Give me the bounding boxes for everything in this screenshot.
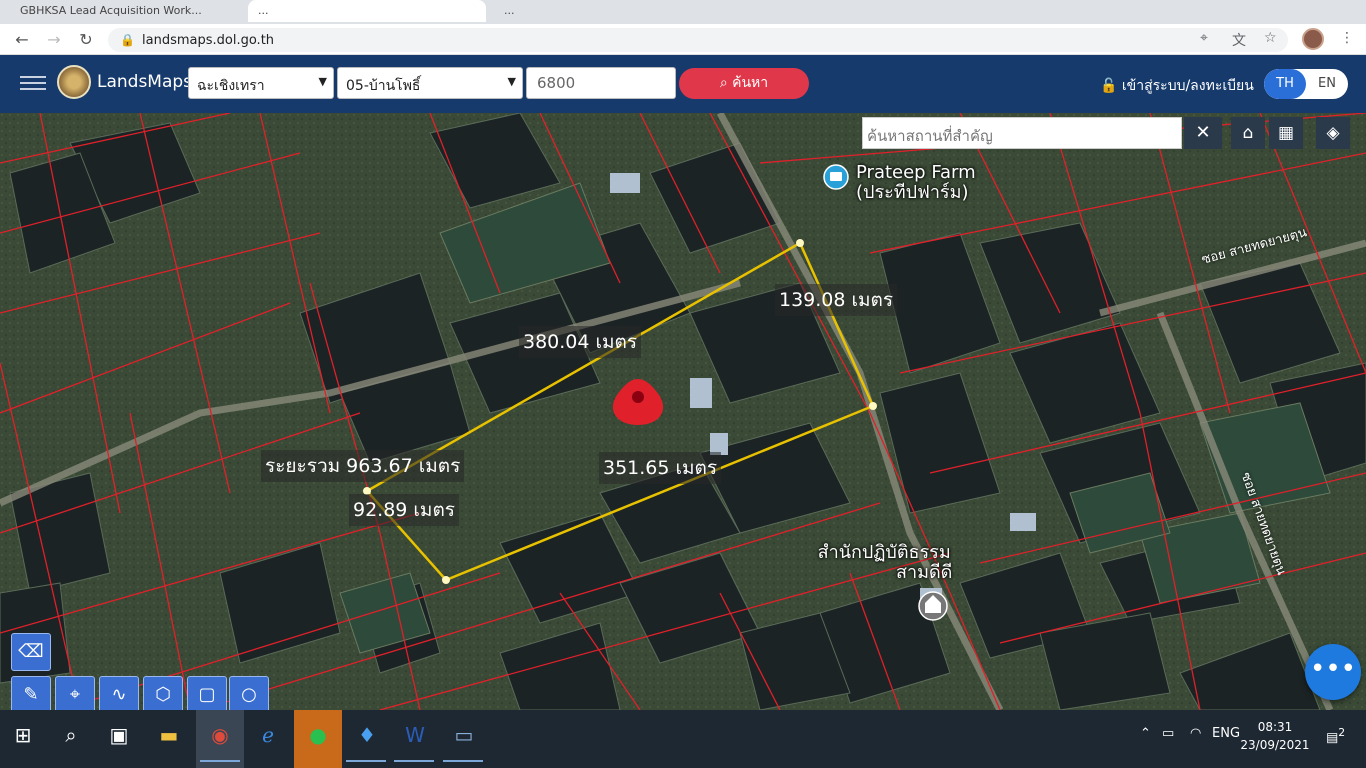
translate-icon[interactable]: 文 <box>1232 30 1246 50</box>
taskbar-running-indicator <box>200 760 240 762</box>
clock-time: 08:31 <box>1257 720 1293 734</box>
poi-farm-name-en: Prateep Farm <box>856 162 976 183</box>
browser-tabstrip: GBHKSA Lead Acquisition Work... ... ... <box>0 0 1366 24</box>
parcel-number-input[interactable]: 6800 <box>526 67 676 99</box>
search-icon[interactable]: ⌕ <box>56 720 86 750</box>
ruler-tool-icon[interactable]: ✎ <box>11 676 51 710</box>
distance-label-right: 139.08 เมตร <box>775 284 898 316</box>
province-select-value: ฉะเชิงเทรา <box>197 78 265 94</box>
chevron-down-icon: ▼ <box>318 75 327 88</box>
province-select[interactable]: ฉะเชิงเทรา ▼ <box>188 67 334 99</box>
windows-start-icon[interactable]: ⊞ <box>8 720 38 750</box>
poi-farm-name-th: (ประทีปฟาร์ม) <box>856 182 969 203</box>
poi-temple-name: สำนักปฏิบัติธรรม สามดีดี <box>816 542 953 583</box>
search-button-label: ค้นหา <box>732 75 769 91</box>
district-select[interactable]: 05-บ้านโพธิ์ ▼ <box>337 67 523 99</box>
login-label: เข้าสู่ระบบ/ลงทะเบียน <box>1121 78 1254 94</box>
close-icon[interactable]: ✕ <box>1184 117 1222 149</box>
poi-farm-name: Prateep Farm (ประทีปฟาร์ม) <box>856 163 976 203</box>
rectangle-tool-icon[interactable]: ▢ <box>187 676 227 710</box>
brand-name: LandsMaps <box>97 72 193 92</box>
file-explorer-icon[interactable]: ▬ <box>154 720 184 750</box>
search-icon: ⌕ <box>719 75 728 91</box>
reload-icon[interactable]: ↻ <box>76 30 96 50</box>
place-search-input[interactable]: ค้นหาสถานที่สำคัญ <box>862 117 1182 149</box>
address-bar: ← → ↻ 🔒 landsmaps.dol.go.th ⌖ 文 ☆ ⋮ <box>0 24 1366 55</box>
browser-tab[interactable]: ... <box>494 0 724 22</box>
distance-label-top: 380.04 เมตร <box>519 326 642 358</box>
language-toggle: TH EN <box>1264 69 1348 99</box>
polyline-tool-icon[interactable]: ∿ <box>99 676 139 710</box>
lock-icon: 🔒 <box>120 33 135 47</box>
app-header: LandsMaps ฉะเชิงเทรา ▼ 05-บ้านโพธิ์ ▼ 68… <box>0 55 1366 113</box>
circle-tool-icon[interactable]: ○ <box>229 676 269 710</box>
photos-icon[interactable]: ▭ <box>449 720 479 750</box>
search-button[interactable]: ⌕ ค้นหา <box>679 68 809 99</box>
poi-temple-line1: สำนักปฏิบัติธรรม <box>817 542 951 563</box>
lang-en-button[interactable]: EN <box>1306 69 1348 99</box>
word-icon[interactable]: W <box>400 720 430 750</box>
taskbar-running-indicator <box>394 760 434 762</box>
layers-icon[interactable]: ◈ <box>1316 117 1350 149</box>
hamburger-menu-icon[interactable] <box>20 72 46 94</box>
marker-tool-icon[interactable]: ⌖ <box>55 676 95 710</box>
more-options-button[interactable]: ••• <box>1305 644 1361 700</box>
eraser-tool-icon[interactable]: ⌫ <box>11 633 51 671</box>
taskbar-running-indicator <box>443 760 483 762</box>
bookmark-star-icon[interactable]: ☆ <box>1264 30 1277 46</box>
browser-tab[interactable]: GBHKSA Lead Acquisition Work... <box>10 0 240 22</box>
chrome-icon[interactable]: ◉ <box>205 720 235 750</box>
lock-icon: 🔓 <box>1100 78 1118 94</box>
profile-avatar[interactable] <box>1302 28 1324 50</box>
landsmaps-logo <box>57 65 91 99</box>
clock-date: 23/09/2021 <box>1240 738 1310 752</box>
district-select-value: 05-บ้านโพธิ์ <box>346 78 421 94</box>
lang-th-button[interactable]: TH <box>1264 69 1306 99</box>
login-link[interactable]: 🔓 เข้าสู่ระบบ/ลงทะเบียน <box>1100 75 1254 97</box>
url-text: landsmaps.dol.go.th <box>142 33 275 48</box>
internet-explorer-icon[interactable]: ℯ <box>253 720 283 750</box>
task-view-icon[interactable]: ▣ <box>104 720 134 750</box>
location-icon[interactable]: ⌖ <box>1200 30 1208 46</box>
polygon-tool-icon[interactable]: ⬡ <box>143 676 183 710</box>
menu-kebab-icon[interactable]: ⋮ <box>1340 30 1354 46</box>
distance-label-bottom: 351.65 เมตร <box>599 452 722 484</box>
taskbar-running-indicator <box>346 760 386 762</box>
satellite-map-layer <box>0 113 1366 710</box>
browser-tab-active[interactable]: ... <box>248 0 486 22</box>
notification-count: 2 <box>1338 726 1346 739</box>
notification-icon[interactable]: ▤2 <box>1326 726 1345 745</box>
line-app-icon[interactable]: ● <box>303 720 333 750</box>
grid-icon[interactable]: ▦ <box>1269 117 1303 149</box>
wifi-icon[interactable]: ◠ <box>1190 726 1201 741</box>
poi-temple-line2: สามดีดี <box>896 562 953 583</box>
taskbar-clock[interactable]: 08:31 23/09/2021 <box>1240 718 1310 754</box>
url-field[interactable]: 🔒 landsmaps.dol.go.th <box>108 28 1288 52</box>
map-canvas[interactable]: 380.04 เมตร 139.08 เมตร 351.65 เมตร 92.8… <box>0 113 1366 710</box>
chevron-down-icon: ▼ <box>507 75 516 88</box>
total-distance-label: ระยะรวม 963.67 เมตร <box>261 450 465 482</box>
forward-icon[interactable]: → <box>44 30 64 50</box>
drop-app-icon[interactable]: ♦ <box>352 720 382 750</box>
battery-icon[interactable]: ▭ <box>1162 726 1174 741</box>
chevron-up-icon[interactable]: ⌃ <box>1140 726 1151 741</box>
distance-label-left: 92.89 เมตร <box>349 494 459 526</box>
back-icon[interactable]: ← <box>12 30 32 50</box>
language-indicator[interactable]: ENG <box>1212 726 1240 741</box>
temple-poi-icon <box>918 591 948 621</box>
camera-poi-icon <box>823 164 849 190</box>
windows-taskbar: ⊞ ⌕ ▣ ▬ ◉ ℯ ● ♦ W ▭ ⌃ ▭ ◠ ENG 08:31 23/0… <box>0 710 1366 768</box>
home-icon[interactable]: ⌂ <box>1231 117 1265 149</box>
